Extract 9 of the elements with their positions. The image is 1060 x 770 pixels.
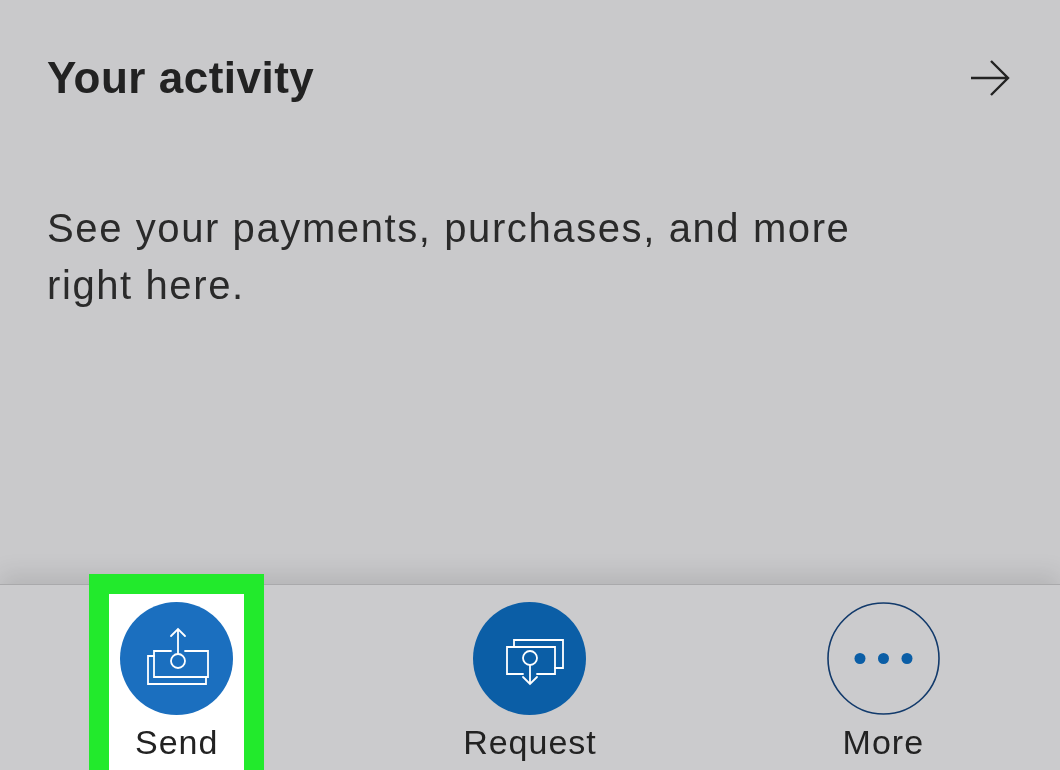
nav-button[interactable]: Send (89, 574, 265, 770)
nav-button[interactable]: Request (442, 574, 618, 770)
send-money-icon (120, 602, 234, 715)
nav-button[interactable]: More (795, 574, 971, 770)
description-text: See your payments, purchases, and more right here. (47, 205, 852, 309)
more-icon (826, 602, 940, 715)
arrow-right-icon[interactable] (970, 60, 1010, 96)
request-money-icon (473, 602, 587, 715)
section-title: Your activity (47, 52, 315, 104)
